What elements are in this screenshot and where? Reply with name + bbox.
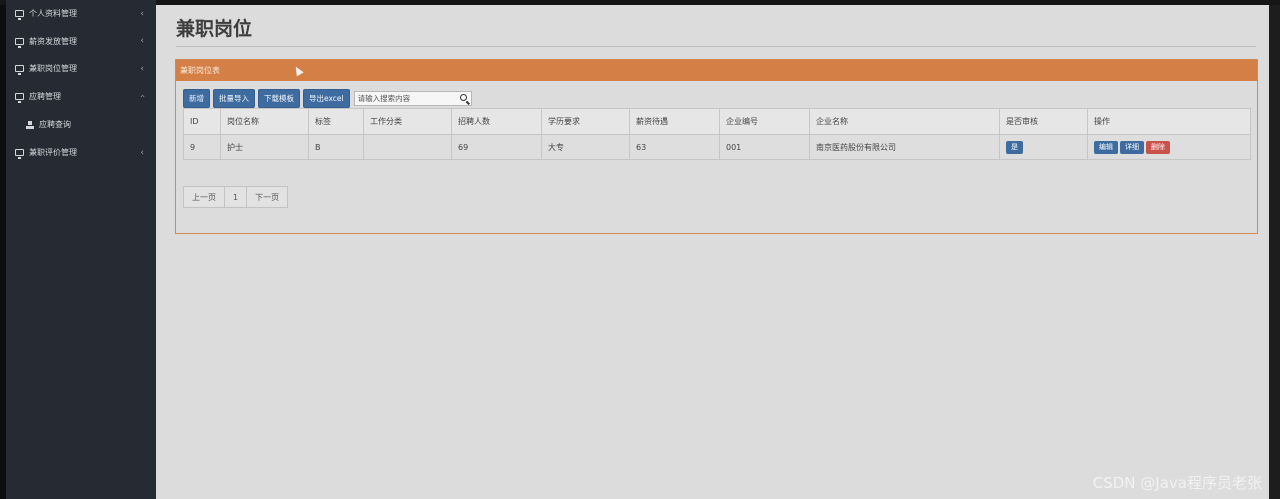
cell-audited: 是: [999, 134, 1088, 160]
prev-page-button[interactable]: 上一页: [184, 187, 225, 207]
monitor-icon: [15, 10, 24, 21]
cell-job-name: 护士: [220, 134, 309, 160]
chevron-left-icon: ‹: [140, 63, 144, 74]
column-header[interactable]: 企业编号: [719, 108, 810, 135]
search-box: [353, 91, 472, 106]
sidebar-item-label: 兼职岗位管理: [29, 64, 77, 74]
chevron-left-icon: ‹: [140, 8, 144, 19]
monitor-icon: [15, 92, 24, 103]
column-header: 操作: [1087, 108, 1251, 135]
sidebar-item-jobs[interactable]: 兼职岗位管理 ‹: [6, 55, 156, 83]
cell-actions: 编辑 详细 删除: [1087, 134, 1251, 160]
panel-title: 兼职岗位表: [180, 66, 220, 75]
monitor-icon: [15, 65, 24, 76]
cell-company-name: 南京医药股份有限公司: [809, 134, 1000, 160]
row-actions: 编辑 详细 删除: [1094, 140, 1250, 154]
audited-badge[interactable]: 是: [1006, 140, 1023, 154]
sidebar: 个人资料管理 ‹ 薪资发放管理 ‹ 兼职岗位管理 ‹ 应聘管理 ‹ 应聘查询 兼…: [6, 0, 156, 499]
monitor-icon: [15, 149, 24, 160]
column-header[interactable]: 招聘人数: [451, 108, 542, 135]
batch-import-button[interactable]: 批量导入: [213, 89, 255, 108]
chevron-left-icon: ‹: [140, 147, 144, 158]
detail-button[interactable]: 详细: [1120, 140, 1144, 154]
column-header[interactable]: 是否审核: [999, 108, 1088, 135]
column-header[interactable]: 企业名称: [809, 108, 1000, 135]
add-button[interactable]: 新增: [183, 89, 210, 108]
download-template-button[interactable]: 下载模板: [258, 89, 300, 108]
sidebar-subitem-label: 应聘查询: [39, 120, 71, 129]
user-icon: [26, 120, 34, 129]
search-icon[interactable]: [459, 94, 467, 101]
sidebar-item-salary[interactable]: 薪资发放管理 ‹: [6, 28, 156, 56]
column-header[interactable]: 学历要求: [541, 108, 630, 135]
page-title: 兼职岗位: [176, 18, 253, 40]
edit-button[interactable]: 编辑: [1094, 140, 1118, 154]
chevron-left-icon: ‹: [140, 36, 144, 47]
sidebar-item-label: 兼职评价管理: [29, 148, 77, 158]
column-header[interactable]: ID: [183, 108, 221, 135]
sidebar-subitem-application-query[interactable]: 应聘查询: [6, 110, 156, 139]
scrollbar-track[interactable]: [1269, 5, 1280, 499]
next-page-button[interactable]: 下一页: [247, 187, 287, 207]
sidebar-item-reviews[interactable]: 兼职评价管理 ‹: [6, 139, 156, 167]
column-header[interactable]: 工作分类: [363, 108, 452, 135]
cell-education: 大专: [541, 134, 630, 160]
column-header[interactable]: 岗位名称: [220, 108, 309, 135]
chevron-down-icon: ‹: [137, 94, 148, 99]
export-excel-button[interactable]: 导出excel: [303, 89, 350, 108]
app-frame: 个人资料管理 ‹ 薪资发放管理 ‹ 兼职岗位管理 ‹ 应聘管理 ‹ 应聘查询 兼…: [0, 0, 1280, 499]
sidebar-item-label: 个人资料管理: [29, 9, 77, 19]
cell-company-no: 001: [719, 134, 810, 160]
cell-id: 9: [183, 134, 221, 160]
watermark: CSDN @Java程序员老张: [1092, 474, 1262, 492]
sidebar-item-profile[interactable]: 个人资料管理 ‹: [6, 0, 156, 28]
table-header-row: ID 岗位名称 标签 工作分类 招聘人数 学历要求 薪资待遇 企业编号 企业名称…: [183, 108, 1251, 135]
cell-headcount: 69: [451, 134, 542, 160]
sidebar-item-applications[interactable]: 应聘管理 ‹: [6, 83, 156, 111]
monitor-icon: [15, 37, 24, 48]
cell-category: [363, 134, 452, 160]
column-header[interactable]: 标签: [308, 108, 364, 135]
column-header[interactable]: 薪资待遇: [629, 108, 720, 135]
title-divider: [176, 46, 1256, 47]
search-input[interactable]: [354, 94, 455, 103]
sidebar-item-label: 应聘管理: [29, 91, 61, 101]
main-content: 兼职岗位 兼职岗位表 新增 批量导入 下载模板 导出excel ID: [156, 5, 1269, 499]
page-number-button[interactable]: 1: [225, 187, 248, 207]
cell-tag: B: [308, 134, 364, 160]
panel-header: 兼职岗位表: [176, 60, 1257, 81]
cell-salary: 63: [629, 134, 720, 160]
mouse-cursor-icon: [292, 64, 304, 77]
pagination: 上一页 1 下一页: [183, 186, 289, 208]
job-table: ID 岗位名称 标签 工作分类 招聘人数 学历要求 薪资待遇 企业编号 企业名称…: [183, 108, 1251, 160]
sidebar-item-label: 薪资发放管理: [29, 36, 77, 46]
toolbar: 新增 批量导入 下载模板 导出excel: [183, 89, 472, 108]
job-table-panel: 兼职岗位表 新增 批量导入 下载模板 导出excel ID 岗位名称 标签 工作: [175, 59, 1258, 234]
delete-button[interactable]: 删除: [1146, 140, 1170, 154]
table-row: 9 护士 B 69 大专 63 001 南京医药股份有限公司 是 编辑 详细 删…: [183, 134, 1251, 160]
